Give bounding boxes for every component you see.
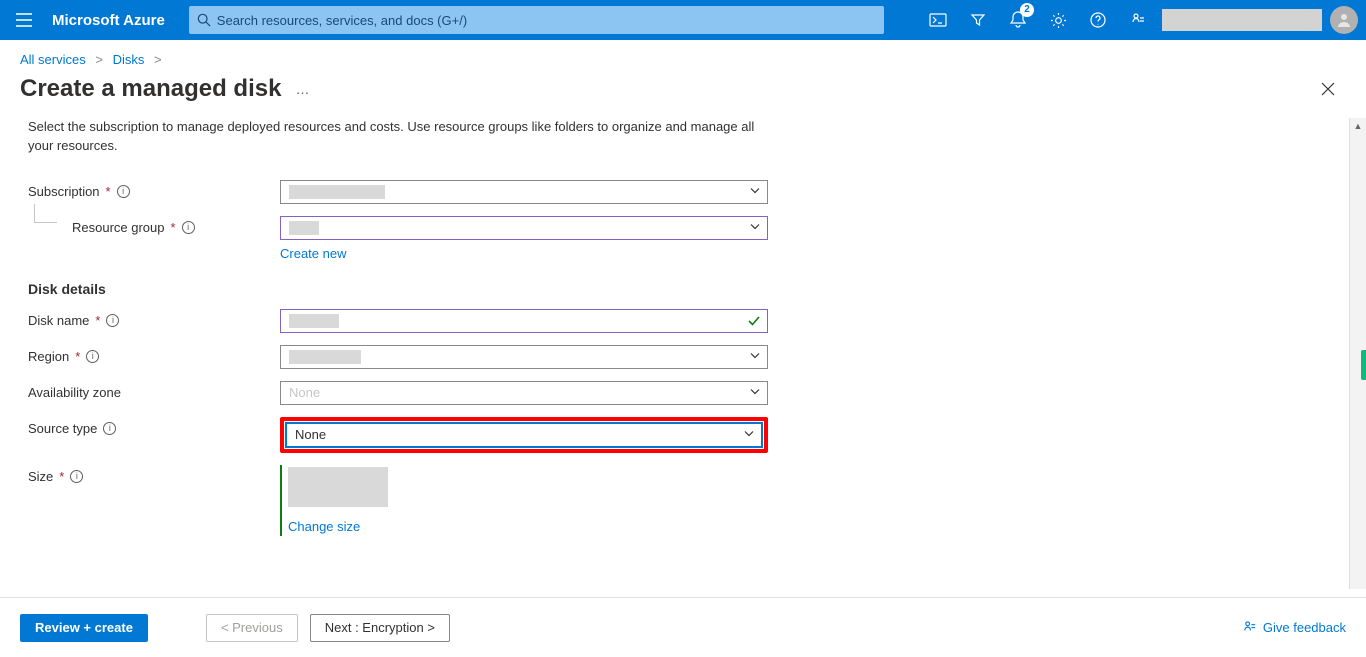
label-resource-group: Resource group [72,220,165,235]
notification-badge: 2 [1020,3,1034,17]
wizard-footer: Review + create < Previous Next : Encryp… [0,597,1366,657]
row-resource-group: Resource group * i Create new [28,216,1338,261]
previous-button: < Previous [206,614,298,642]
form-content: Select the subscription to manage deploy… [0,118,1366,589]
label-subscription: Subscription [28,184,100,199]
resource-group-value-redacted [289,221,319,235]
search-placeholder: Search resources, services, and docs (G+… [217,13,467,28]
form-description: Select the subscription to manage deploy… [28,118,768,156]
label-disk-name: Disk name [28,313,89,328]
chevron-down-icon [749,220,761,235]
info-icon[interactable]: i [103,422,116,435]
side-edge-tab[interactable] [1361,350,1366,380]
label-source-type: Source type [28,421,97,436]
info-icon[interactable]: i [182,221,195,234]
breadcrumb-sep-1: > [95,52,103,67]
info-icon[interactable]: i [70,470,83,483]
title-row: Create a managed disk … [0,67,1366,119]
row-region: Region * i [28,345,1338,369]
availability-zone-value: None [289,385,320,400]
brand-label[interactable]: Microsoft Azure [52,12,165,29]
global-search-input[interactable]: Search resources, services, and docs (G+… [189,6,884,34]
disk-name-value-redacted [289,314,339,328]
change-size-link[interactable]: Change size [288,519,360,534]
give-feedback-label: Give feedback [1263,620,1346,635]
next-button[interactable]: Next : Encryption > [310,614,450,642]
info-icon[interactable]: i [106,314,119,327]
top-bar-right-icons: 2 [918,0,1358,40]
availability-zone-select[interactable]: None [280,381,768,405]
label-availability-zone: Availability zone [28,385,121,400]
more-actions-icon[interactable]: … [295,81,311,97]
user-avatar[interactable] [1330,6,1358,34]
check-icon [747,314,761,331]
size-value-redacted [288,467,388,507]
region-select[interactable] [280,345,768,369]
row-source-type: Source type i None [28,417,1338,453]
size-summary-block: Change size [280,465,768,536]
label-region: Region [28,349,69,364]
scroll-up-icon[interactable]: ▲ [1350,118,1366,134]
subscription-select[interactable] [280,180,768,204]
settings-gear-icon[interactable] [1038,0,1078,40]
give-feedback-link[interactable]: Give feedback [1242,620,1346,635]
account-info-placeholder [1162,9,1322,31]
source-type-value: None [295,427,326,442]
directory-filter-icon[interactable] [958,0,998,40]
required-asterisk: * [106,184,111,199]
chevron-down-icon [749,349,761,364]
breadcrumb: All services > Disks > [0,40,1366,67]
source-type-select[interactable]: None [286,423,762,447]
region-value-redacted [289,350,361,364]
help-icon[interactable] [1078,0,1118,40]
label-size: Size [28,469,53,484]
breadcrumb-disks[interactable]: Disks [113,52,145,67]
menu-toggle-icon[interactable] [8,4,40,36]
subscription-value-redacted [289,185,385,199]
disk-name-input[interactable] [280,309,768,333]
section-disk-details: Disk details [28,281,1338,297]
page-title: Create a managed disk [20,75,281,103]
create-new-link[interactable]: Create new [280,246,346,261]
required-asterisk: * [59,469,64,484]
close-blade-button[interactable] [1316,77,1340,101]
review-create-button[interactable]: Review + create [20,614,148,642]
highlight-annotation: None [280,417,768,453]
required-asterisk: * [75,349,80,364]
info-icon[interactable]: i [117,185,130,198]
chevron-down-icon [749,184,761,199]
resource-group-select[interactable] [280,216,768,240]
required-asterisk: * [171,220,176,235]
top-nav-bar: Microsoft Azure Search resources, servic… [0,0,1366,40]
breadcrumb-sep-2: > [154,52,162,67]
chevron-down-icon [749,385,761,400]
breadcrumb-all-services[interactable]: All services [20,52,86,67]
info-icon[interactable]: i [86,350,99,363]
row-disk-name: Disk name * i [28,309,1338,333]
row-subscription: Subscription * i [28,180,1338,204]
notifications-icon[interactable]: 2 [998,0,1038,40]
search-icon [197,13,211,27]
feedback-person-icon [1242,620,1257,635]
row-size: Size * i Change size [28,465,1338,536]
row-availability-zone: Availability zone None [28,381,1338,405]
required-asterisk: * [95,313,100,328]
feedback-icon[interactable] [1118,0,1158,40]
cloud-shell-icon[interactable] [918,0,958,40]
chevron-down-icon [743,427,755,442]
